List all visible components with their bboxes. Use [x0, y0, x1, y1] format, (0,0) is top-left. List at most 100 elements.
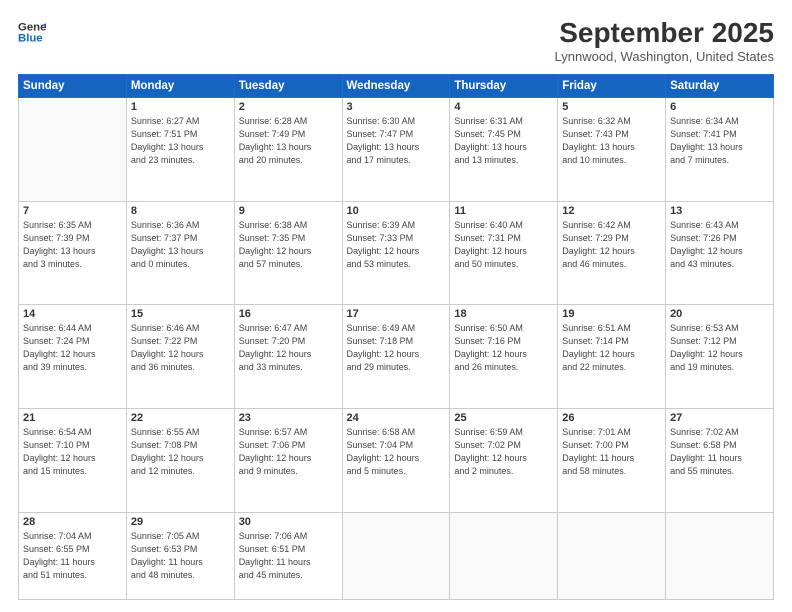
day-number: 17 — [347, 308, 446, 320]
table-row: 27 Sunrise: 7:02 AM Sunset: 6:58 PM Dayli… — [666, 409, 774, 513]
day-info: Sunrise: 6:58 AM Sunset: 7:04 PM Dayligh… — [347, 426, 446, 478]
day-number: 3 — [347, 101, 446, 113]
day-number: 9 — [239, 205, 338, 217]
day-info: Sunrise: 6:28 AM Sunset: 7:49 PM Dayligh… — [239, 115, 338, 167]
day-number: 28 — [23, 516, 122, 528]
col-saturday: Saturday — [666, 74, 774, 97]
day-info: Sunrise: 6:50 AM Sunset: 7:16 PM Dayligh… — [454, 322, 553, 374]
month-title: September 2025 — [555, 18, 774, 49]
table-row: 12Sunrise: 6:42 AM Sunset: 7:29 PM Dayli… — [558, 201, 666, 305]
col-tuesday: Tuesday — [234, 74, 342, 97]
day-info: Sunrise: 6:42 AM Sunset: 7:29 PM Dayligh… — [562, 219, 661, 271]
col-thursday: Thursday — [450, 74, 558, 97]
day-info: Sunrise: 6:57 AM Sunset: 7:06 PM Dayligh… — [239, 426, 338, 478]
table-row — [450, 512, 558, 599]
header: General Blue September 2025 Lynnwood, Wa… — [18, 18, 774, 64]
col-friday: Friday — [558, 74, 666, 97]
days-header-row: Sunday Monday Tuesday Wednesday Thursday… — [19, 74, 774, 97]
svg-text:Blue: Blue — [18, 33, 43, 45]
day-info: Sunrise: 6:43 AM Sunset: 7:26 PM Dayligh… — [670, 219, 769, 271]
table-row: 9 Sunrise: 6:38 AM Sunset: 7:35 PM Daylig… — [234, 201, 342, 305]
table-row — [558, 512, 666, 599]
location: Lynnwood, Washington, United States — [555, 49, 774, 64]
day-info: Sunrise: 7:06 AM Sunset: 6:51 PM Dayligh… — [239, 530, 338, 582]
day-number: 20 — [670, 308, 769, 320]
day-info: Sunrise: 7:04 AM Sunset: 6:55 PM Dayligh… — [23, 530, 122, 582]
day-number: 8 — [131, 205, 230, 217]
table-row: 30 Sunrise: 7:06 AM Sunset: 6:51 PM Dayli… — [234, 512, 342, 599]
day-info: Sunrise: 6:49 AM Sunset: 7:18 PM Dayligh… — [347, 322, 446, 374]
table-row: 2 Sunrise: 6:28 AM Sunset: 7:49 PM Daylig… — [234, 97, 342, 201]
day-number: 16 — [239, 308, 338, 320]
table-row: 24Sunrise: 6:58 AM Sunset: 7:04 PM Dayli… — [342, 409, 450, 513]
day-info: Sunrise: 6:47 AM Sunset: 7:20 PM Dayligh… — [239, 322, 338, 374]
table-row: 29 Sunrise: 7:05 AM Sunset: 6:53 PM Dayli… — [126, 512, 234, 599]
day-info: Sunrise: 6:55 AM Sunset: 7:08 PM Dayligh… — [131, 426, 230, 478]
day-info: Sunrise: 6:34 AM Sunset: 7:41 PM Dayligh… — [670, 115, 769, 167]
table-row: 20 Sunrise: 6:53 AM Sunset: 7:12 PM Dayli… — [666, 305, 774, 409]
day-number: 26 — [562, 412, 661, 424]
table-row: 7Sunrise: 6:35 AM Sunset: 7:39 PM Daylig… — [19, 201, 127, 305]
day-number: 25 — [454, 412, 553, 424]
day-number: 27 — [670, 412, 769, 424]
table-row: 10 Sunrise: 6:39 AM Sunset: 7:33 PM Dayli… — [342, 201, 450, 305]
day-number: 1 — [131, 101, 230, 113]
table-row: 5 Sunrise: 6:32 AM Sunset: 7:43 PM Daylig… — [558, 97, 666, 201]
day-info: Sunrise: 6:53 AM Sunset: 7:12 PM Dayligh… — [670, 322, 769, 374]
table-row: 23 Sunrise: 6:57 AM Sunset: 7:06 PM Dayli… — [234, 409, 342, 513]
day-info: Sunrise: 6:46 AM Sunset: 7:22 PM Dayligh… — [131, 322, 230, 374]
table-row: 22Sunrise: 6:55 AM Sunset: 7:08 PM Dayli… — [126, 409, 234, 513]
day-info: Sunrise: 7:05 AM Sunset: 6:53 PM Dayligh… — [131, 530, 230, 582]
day-info: Sunrise: 6:36 AM Sunset: 7:37 PM Dayligh… — [131, 219, 230, 271]
day-number: 13 — [670, 205, 769, 217]
day-number: 2 — [239, 101, 338, 113]
table-row: 1Sunrise: 6:27 AM Sunset: 7:51 PM Daylig… — [126, 97, 234, 201]
day-number: 5 — [562, 101, 661, 113]
day-number: 30 — [239, 516, 338, 528]
day-number: 10 — [347, 205, 446, 217]
day-info: Sunrise: 6:32 AM Sunset: 7:43 PM Dayligh… — [562, 115, 661, 167]
table-row — [342, 512, 450, 599]
table-row: 17 Sunrise: 6:49 AM Sunset: 7:18 PM Dayli… — [342, 305, 450, 409]
day-info: Sunrise: 6:59 AM Sunset: 7:02 PM Dayligh… — [454, 426, 553, 478]
title-block: September 2025 Lynnwood, Washington, Uni… — [555, 18, 774, 64]
table-row: 13 Sunrise: 6:43 AM Sunset: 7:26 PM Dayli… — [666, 201, 774, 305]
logo-icon: General Blue — [18, 18, 46, 46]
table-row: 11 Sunrise: 6:40 AM Sunset: 7:31 PM Dayli… — [450, 201, 558, 305]
logo: General Blue — [18, 18, 46, 46]
day-number: 7 — [23, 205, 122, 217]
day-info: Sunrise: 6:51 AM Sunset: 7:14 PM Dayligh… — [562, 322, 661, 374]
day-number: 21 — [23, 412, 122, 424]
table-row: 21 Sunrise: 6:54 AM Sunset: 7:10 PM Dayli… — [19, 409, 127, 513]
table-row: 18 Sunrise: 6:50 AM Sunset: 7:16 PM Dayli… — [450, 305, 558, 409]
day-info: Sunrise: 7:02 AM Sunset: 6:58 PM Dayligh… — [670, 426, 769, 478]
day-info: Sunrise: 6:39 AM Sunset: 7:33 PM Dayligh… — [347, 219, 446, 271]
day-number: 15 — [131, 308, 230, 320]
table-row: 25 Sunrise: 6:59 AM Sunset: 7:02 PM Dayli… — [450, 409, 558, 513]
day-number: 29 — [131, 516, 230, 528]
day-number: 11 — [454, 205, 553, 217]
table-row: 14Sunrise: 6:44 AM Sunset: 7:24 PM Dayli… — [19, 305, 127, 409]
day-info: Sunrise: 6:44 AM Sunset: 7:24 PM Dayligh… — [23, 322, 122, 374]
table-row: 8 Sunrise: 6:36 AM Sunset: 7:37 PM Daylig… — [126, 201, 234, 305]
table-row — [666, 512, 774, 599]
day-number: 23 — [239, 412, 338, 424]
table-row — [19, 97, 127, 201]
table-row: 16 Sunrise: 6:47 AM Sunset: 7:20 PM Dayli… — [234, 305, 342, 409]
col-sunday: Sunday — [19, 74, 127, 97]
day-info: Sunrise: 7:01 AM Sunset: 7:00 PM Dayligh… — [562, 426, 661, 478]
table-row: 15 Sunrise: 6:46 AM Sunset: 7:22 PM Dayli… — [126, 305, 234, 409]
day-number: 18 — [454, 308, 553, 320]
day-info: Sunrise: 6:38 AM Sunset: 7:35 PM Dayligh… — [239, 219, 338, 271]
day-info: Sunrise: 6:30 AM Sunset: 7:47 PM Dayligh… — [347, 115, 446, 167]
col-monday: Monday — [126, 74, 234, 97]
calendar-table: Sunday Monday Tuesday Wednesday Thursday… — [18, 74, 774, 600]
page: General Blue September 2025 Lynnwood, Wa… — [0, 0, 792, 612]
day-info: Sunrise: 6:31 AM Sunset: 7:45 PM Dayligh… — [454, 115, 553, 167]
table-row: 4Sunrise: 6:31 AM Sunset: 7:45 PM Daylig… — [450, 97, 558, 201]
table-row: 3 Sunrise: 6:30 AM Sunset: 7:47 PM Daylig… — [342, 97, 450, 201]
day-info: Sunrise: 6:40 AM Sunset: 7:31 PM Dayligh… — [454, 219, 553, 271]
day-number: 19 — [562, 308, 661, 320]
day-info: Sunrise: 6:54 AM Sunset: 7:10 PM Dayligh… — [23, 426, 122, 478]
svg-text:General: General — [18, 21, 46, 33]
